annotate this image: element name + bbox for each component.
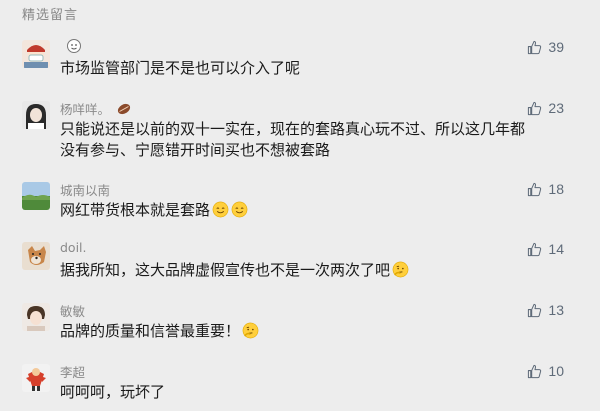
thumbs-up-icon	[528, 40, 542, 54]
avatar[interactable]	[22, 364, 50, 392]
like-count: 13	[548, 302, 564, 318]
smile-emoji	[212, 201, 229, 218]
thumbs-up-icon	[528, 101, 542, 115]
comment-text: 据我所知，这大品牌虚假宣传也不是一次两次了吧	[60, 260, 530, 281]
comment-text: 品牌的质量和信誉最重要！	[60, 321, 530, 342]
comment-text: 市场监管部门是不是也可以介入了呢	[60, 59, 301, 77]
comment-text: 网红带货根本就是套路	[60, 200, 530, 221]
thinking-emoji	[242, 322, 259, 339]
comment-text: 呵呵呵，玩坏了	[60, 383, 166, 401]
like-count: 39	[548, 39, 564, 55]
avatar[interactable]	[22, 242, 50, 270]
commenter-name[interactable]: 敏敏	[60, 301, 85, 320]
smile-emoji	[231, 201, 248, 218]
commenter-name[interactable]: 城南以南	[60, 180, 110, 199]
like-count: 23	[548, 100, 564, 116]
like-button[interactable]: 18	[527, 181, 564, 197]
avatar[interactable]	[22, 40, 50, 68]
avatar[interactable]	[22, 182, 50, 210]
like-button[interactable]: 14	[527, 241, 564, 257]
smiley-face-icon	[66, 38, 82, 54]
section-title: 精选留言	[22, 8, 79, 23]
avatar[interactable]	[22, 101, 50, 129]
commenter-name[interactable]: 李超	[60, 362, 85, 381]
like-count: 14	[548, 241, 564, 257]
thumbs-up-icon	[528, 242, 542, 256]
like-button[interactable]: 39	[527, 39, 564, 55]
like-button[interactable]: 23	[527, 100, 564, 116]
avatar[interactable]	[22, 303, 50, 331]
like-count: 18	[548, 181, 564, 197]
thumbs-up-icon	[528, 303, 542, 317]
coffee-bean-icon	[116, 101, 132, 117]
commenter-name[interactable]	[60, 38, 82, 54]
like-button[interactable]: 10	[527, 363, 564, 379]
comment-text: 只能说还是以前的双十一实在，现在的套路真心玩不过、所以这几年都没有参与、宁愿错开…	[60, 120, 526, 159]
like-button[interactable]: 13	[527, 302, 564, 318]
thumbs-up-icon	[528, 182, 542, 196]
like-count: 10	[548, 363, 564, 379]
thinking-emoji	[392, 261, 409, 278]
commenter-name[interactable]: 杨咩咩。	[60, 99, 132, 118]
thumbs-up-icon	[528, 364, 542, 378]
commenter-name[interactable]: doil.	[60, 240, 87, 255]
